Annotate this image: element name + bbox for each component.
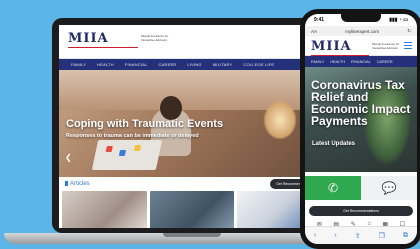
status-time: 9:41 bbox=[314, 17, 325, 23]
mobile-nav-financial[interactable]: FINANCIAL bbox=[351, 60, 371, 64]
mobile-nav-family[interactable]: FAMILY bbox=[311, 60, 324, 64]
article-thumbnails bbox=[59, 191, 325, 228]
call-button[interactable]: ✆ bbox=[305, 176, 361, 200]
status-icons: ▮▮▮ ◔ ▭ bbox=[389, 17, 408, 23]
share-icon[interactable]: ⇪ bbox=[355, 232, 361, 240]
mobile-hero-banner[interactable]: Coronavirus Tax Relief and Economic Impa… bbox=[305, 67, 417, 172]
address-url: myliteexpert.com bbox=[345, 28, 380, 34]
site-header: MIIA Mutual Insurance for Interactive Ad… bbox=[59, 25, 325, 59]
forward-icon[interactable]: › bbox=[334, 232, 336, 239]
hero-photo-laptop bbox=[91, 140, 163, 170]
sticker-blue bbox=[118, 150, 127, 156]
mobile-nav-health[interactable]: HEALTH bbox=[330, 60, 345, 64]
logo-tagline: Mutual Insurance for Interactive Advisor… bbox=[141, 34, 169, 42]
hero-title: Coping with Traumatic Events bbox=[66, 118, 224, 130]
tabs-icon[interactable]: ⧉ bbox=[403, 232, 408, 240]
nav-item-college-life[interactable]: COLLEGE LIFE bbox=[243, 62, 274, 67]
article-thumb[interactable] bbox=[149, 191, 235, 228]
reload-icon[interactable]: ↻ bbox=[407, 28, 411, 34]
mobile-logo-tagline: Mutual Insurance for Interactive Advisor… bbox=[372, 42, 400, 50]
mobile-nav: FAMILY HEALTH FINANCIAL CAREER bbox=[305, 56, 417, 67]
contact-actions: ✆ 💬 bbox=[305, 176, 417, 200]
nav-item-health[interactable]: HEALTH bbox=[97, 62, 114, 67]
articles-bar: Articles Get Recommendations! bbox=[59, 177, 325, 191]
mobile-hero-subtitle: Latest Updates bbox=[312, 141, 356, 147]
laptop-screen: MIIA Mutual Insurance for Interactive Ad… bbox=[59, 25, 325, 228]
nav-item-career[interactable]: CAREER bbox=[159, 62, 177, 67]
carousel-prev-icon[interactable]: ❮ bbox=[65, 153, 72, 162]
mobile-get-recommendations-button[interactable]: Get Recommendations bbox=[309, 206, 413, 216]
hamburger-menu-icon[interactable] bbox=[404, 42, 412, 49]
mobile-nav-career[interactable]: CAREER bbox=[377, 60, 393, 64]
article-thumb[interactable] bbox=[62, 191, 147, 228]
mobile-hero-title: Coronavirus Tax Relief and Economic Impa… bbox=[311, 78, 411, 128]
mobile-logo-wordmark: MIIA bbox=[311, 39, 352, 54]
bookmarks-icon[interactable]: ❐ bbox=[379, 232, 385, 240]
sticker-yellow bbox=[133, 145, 142, 151]
mobile-site-header: MIIA Mutual Insurance for Interactive Ad… bbox=[305, 36, 417, 56]
hero-photo-lamp bbox=[263, 100, 297, 140]
nav-item-living[interactable]: LIVING bbox=[187, 62, 201, 67]
logo-wordmark: MIIA bbox=[68, 31, 109, 46]
back-icon[interactable]: ‹ bbox=[314, 232, 316, 239]
mobile-logo-underline bbox=[311, 55, 369, 56]
phone-icon: ✆ bbox=[327, 181, 339, 195]
chat-icon: 💬 bbox=[381, 181, 397, 195]
hero-subtitle: Responses to trauma can be immediate or … bbox=[66, 133, 199, 139]
phone-screen: 9:41 ▮▮▮ ◔ ▭ AA myliteexpert.com ↻ MIIA … bbox=[305, 14, 417, 244]
laptop-notch bbox=[163, 233, 221, 237]
mobile-site-logo[interactable]: MIIA Mutual Insurance for Interactive Ad… bbox=[311, 39, 400, 56]
hero-photo-head bbox=[160, 96, 182, 120]
hero-banner[interactable]: Coping with Traumatic Events Responses t… bbox=[59, 70, 325, 177]
text-size-icon[interactable]: AA bbox=[311, 29, 317, 34]
nav-item-military[interactable]: MILITARY bbox=[213, 62, 233, 67]
articles-label: Articles bbox=[65, 181, 90, 187]
address-bar[interactable]: AA myliteexpert.com ↻ bbox=[305, 26, 417, 36]
sticker-red bbox=[105, 146, 113, 152]
browser-toolbar: ‹ › ⇪ ❐ ⧉ bbox=[305, 226, 417, 244]
chat-button[interactable]: 💬 bbox=[361, 176, 417, 200]
nav-item-financial[interactable]: FINANCIAL bbox=[125, 62, 148, 67]
logo-underline bbox=[68, 47, 138, 48]
main-nav: FAMILY HEALTH FINANCIAL CAREER LIVING MI… bbox=[59, 59, 325, 70]
device-mockup-scene: MIIA Mutual Insurance for Interactive Ad… bbox=[0, 0, 420, 249]
site-logo[interactable]: MIIA Mutual Insurance for Interactive Ad… bbox=[68, 31, 169, 48]
phone-notch bbox=[341, 14, 381, 22]
nav-item-family[interactable]: FAMILY bbox=[71, 62, 86, 67]
